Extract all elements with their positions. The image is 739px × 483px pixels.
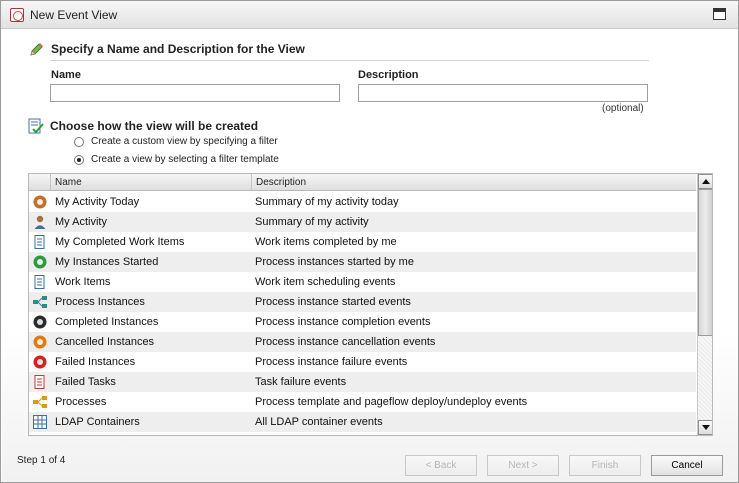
- row-description: Summary of my activity: [255, 216, 369, 228]
- table-row[interactable]: Processes Process template and pageflow d…: [29, 392, 696, 412]
- row-name: My Completed Work Items: [55, 236, 185, 248]
- clock-user-icon: [32, 194, 48, 210]
- table-row[interactable]: Process Instances Process instance starte…: [29, 292, 696, 312]
- instances-started-icon: [32, 254, 48, 270]
- row-name: Process Instances: [55, 296, 145, 308]
- row-name: My Activity Today: [55, 196, 140, 208]
- table-row[interactable]: Failed Instances Process instance failure…: [29, 352, 696, 372]
- app-icon: [10, 8, 24, 22]
- table-row[interactable]: LDAP Containers All LDAP container events: [29, 412, 696, 432]
- row-description: Task failure events: [255, 376, 347, 388]
- work-items-icon: [32, 274, 48, 290]
- title-bar: New Event View: [1, 1, 738, 29]
- pencil-icon: [30, 43, 43, 56]
- row-description: Summary of my activity today: [255, 196, 399, 208]
- step-indicator: Step 1 of 4: [17, 455, 66, 466]
- next-button[interactable]: Next >: [487, 455, 559, 476]
- cancel-icon: [32, 334, 48, 350]
- processes-icon: [32, 394, 48, 410]
- completed-work-items-icon: [32, 234, 48, 250]
- table-row[interactable]: My Activity Today Summary of my activity …: [29, 192, 696, 212]
- row-description: Process instances started by me: [255, 256, 414, 268]
- table-row[interactable]: My Instances Started Process instances st…: [29, 252, 696, 272]
- row-description: All LDAP container events: [255, 416, 383, 428]
- column-header-icon: [29, 174, 51, 191]
- radio-button-selected[interactable]: [74, 155, 84, 165]
- row-description: Process instance started events: [255, 296, 411, 308]
- row-name: My Activity: [55, 216, 107, 228]
- description-label: Description: [358, 69, 419, 81]
- table-row[interactable]: Cancelled Instances Process instance canc…: [29, 332, 696, 352]
- radio-label: Create a custom view by specifying a fil…: [91, 136, 278, 147]
- maximize-icon[interactable]: [713, 8, 726, 20]
- row-description: Process template and pageflow deploy/und…: [255, 396, 528, 408]
- dialog-body: Specify a Name and Description for the V…: [2, 30, 738, 482]
- row-name: Completed Instances: [55, 316, 159, 328]
- row-name: LDAP Containers: [55, 416, 140, 428]
- row-name: Failed Tasks: [55, 376, 116, 388]
- row-name: Failed Instances: [55, 356, 136, 368]
- row-name: My Instances Started: [55, 256, 159, 268]
- table-row[interactable]: My Activity Summary of my activity: [29, 212, 696, 232]
- table-row[interactable]: Failed Tasks Task failure events: [29, 372, 696, 392]
- name-input[interactable]: [50, 84, 340, 102]
- document-check-icon: [28, 118, 44, 134]
- filter-template-table: Name Description My Activity Today Summar…: [28, 173, 713, 436]
- create-section-heading: Choose how the view will be created: [50, 119, 259, 133]
- table-row[interactable]: My Completed Work Items Work items comple…: [29, 232, 696, 252]
- row-description: Process instance cancellation events: [255, 336, 436, 348]
- new-event-view-dialog: New Event View Specify a Name and Descri…: [0, 0, 739, 483]
- table-row[interactable]: Completed Instances Process instance comp…: [29, 312, 696, 332]
- column-header-name[interactable]: Name: [51, 174, 252, 191]
- failed-icon: [32, 354, 48, 370]
- scroll-thumb[interactable]: [698, 189, 712, 336]
- row-description: Work items completed by me: [255, 236, 397, 248]
- description-input[interactable]: [358, 84, 648, 102]
- row-name: Work Items: [55, 276, 111, 288]
- finish-button[interactable]: Finish: [569, 455, 641, 476]
- row-name: Processes: [55, 396, 107, 408]
- name-label: Name: [51, 69, 81, 81]
- process-instances-icon: [32, 294, 48, 310]
- column-header-description[interactable]: Description: [252, 174, 696, 191]
- ldap-containers-icon: [32, 414, 48, 430]
- scroll-down-button[interactable]: [698, 420, 712, 435]
- section-divider: [50, 60, 649, 61]
- table-header: Name Description: [29, 174, 696, 191]
- row-description: Process instance failure events: [255, 356, 408, 368]
- user-icon: [32, 214, 48, 230]
- window-title: New Event View: [30, 8, 118, 22]
- scroll-up-button[interactable]: [698, 174, 712, 189]
- row-description: Work item scheduling events: [255, 276, 396, 288]
- table-row[interactable]: Work Items Work item scheduling events: [29, 272, 696, 292]
- row-name: Cancelled Instances: [55, 336, 155, 348]
- row-description: Process instance completion events: [255, 316, 431, 328]
- failed-tasks-icon: [32, 374, 48, 390]
- name-section-heading: Specify a Name and Description for the V…: [51, 42, 305, 56]
- table-body: My Activity Today Summary of my activity …: [29, 192, 696, 435]
- back-button[interactable]: < Back: [405, 455, 477, 476]
- radio-button[interactable]: [74, 137, 84, 147]
- optional-hint: (optional): [602, 103, 644, 114]
- radio-label: Create a view by selecting a filter temp…: [91, 154, 279, 165]
- checkmark-icon: [32, 314, 48, 330]
- cancel-button[interactable]: Cancel: [651, 455, 723, 476]
- vertical-scrollbar[interactable]: [697, 174, 712, 435]
